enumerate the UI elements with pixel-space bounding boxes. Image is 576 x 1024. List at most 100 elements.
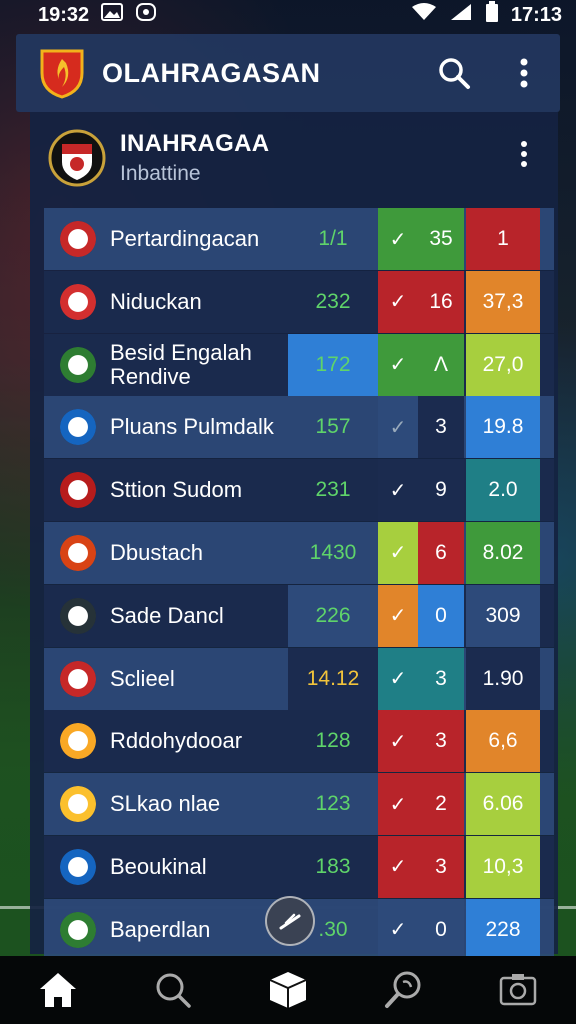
wifi-icon bbox=[411, 3, 437, 27]
team-stat: 157 bbox=[315, 415, 351, 439]
app-logo-icon bbox=[38, 47, 86, 99]
team-score: 1.90 bbox=[466, 647, 540, 710]
table-row[interactable]: Niduckan 232 ✓ 16 37,3 bbox=[44, 270, 554, 333]
team-score: 6.06 bbox=[466, 773, 540, 836]
team-score: 1 bbox=[466, 208, 540, 270]
bottom-nav bbox=[0, 956, 576, 1024]
team-count: 3 bbox=[418, 647, 464, 710]
team-score: 2.0 bbox=[466, 459, 540, 522]
team-crest-icon bbox=[60, 346, 96, 383]
team-stat: 1/1 bbox=[318, 227, 348, 250]
team-stat: 14.12 bbox=[288, 647, 378, 710]
team-crest-icon bbox=[60, 221, 96, 257]
team-name: Sttion Sudom bbox=[110, 477, 243, 503]
racket-icon bbox=[385, 971, 421, 1008]
team-name: Rddohydooar bbox=[110, 728, 243, 754]
box-icon bbox=[269, 972, 307, 1008]
nav-sports[interactable] bbox=[373, 960, 433, 1020]
team-name: Niduckan bbox=[110, 288, 202, 314]
table-row[interactable]: Sade Dancl 226 ✓ 0 309 bbox=[44, 584, 554, 647]
camera-icon bbox=[500, 974, 537, 1006]
notification-icon bbox=[135, 2, 157, 28]
team-name: Beoukinal bbox=[110, 853, 207, 879]
team-crest-icon bbox=[60, 786, 96, 823]
team-count: 9 bbox=[418, 459, 464, 522]
team-count: 6 bbox=[418, 521, 464, 584]
signal-icon bbox=[449, 3, 473, 27]
team-name: Dbustach bbox=[110, 539, 203, 565]
search-icon bbox=[439, 58, 470, 89]
gallery-icon bbox=[101, 3, 124, 27]
team-score: 19.8 bbox=[466, 396, 540, 459]
league-subtitle: Inbattine bbox=[120, 162, 201, 185]
team-stat: 172 bbox=[288, 333, 378, 396]
table-row[interactable]: Dbustach 1430 ✓ 6 8.02 bbox=[44, 521, 554, 584]
team-count: 16 bbox=[418, 270, 464, 333]
check-icon: ✓ bbox=[378, 710, 418, 773]
table-row[interactable]: Beoukinal 183 ✓ 3 10,3 bbox=[44, 835, 554, 898]
team-score: 37,3 bbox=[466, 270, 540, 333]
team-score: 309 bbox=[466, 584, 540, 647]
search-icon bbox=[156, 973, 191, 1008]
league-more-button[interactable] bbox=[520, 140, 528, 173]
check-icon: ✓ bbox=[378, 208, 418, 270]
team-crest-icon bbox=[60, 597, 96, 634]
team-name: Pluans Pulmdalk bbox=[110, 414, 274, 440]
nav-camera[interactable] bbox=[488, 960, 548, 1020]
table-row[interactable]: Besid Engalah Rendive 172 ✓ Λ 27,0 bbox=[44, 333, 554, 396]
table-row[interactable]: Sclieel 14.12 ✓ 3 1.90 bbox=[44, 647, 554, 710]
team-stat: 226 bbox=[288, 584, 378, 647]
table-row[interactable]: SLkao nlae 123 ✓ 2 6.06 bbox=[44, 773, 554, 836]
team-name: Besid Engalah Rendive bbox=[110, 339, 252, 389]
status-time-right: 17:13 bbox=[510, 3, 562, 26]
team-name: SLkao nlae bbox=[110, 791, 221, 817]
team-crest-icon bbox=[60, 911, 96, 948]
more-options-button[interactable] bbox=[506, 55, 542, 91]
team-stat: 183 bbox=[315, 854, 351, 878]
check-icon: ✓ bbox=[378, 773, 418, 836]
check-icon: ✓ bbox=[378, 898, 418, 961]
team-count: Λ bbox=[418, 333, 464, 396]
more-vert-icon bbox=[520, 58, 528, 88]
standings-panel: INAHRAGAA Inbattine Pertardingacan 1/1 ✓ 35… bbox=[30, 112, 558, 961]
team-crest-icon bbox=[60, 283, 96, 320]
check-icon: ✓ bbox=[378, 647, 418, 710]
team-count: 35 bbox=[418, 208, 464, 270]
search-button[interactable] bbox=[436, 55, 472, 91]
floating-action-button[interactable] bbox=[265, 896, 315, 946]
team-score: 10,3 bbox=[466, 835, 540, 898]
check-icon: ✓ bbox=[378, 521, 418, 584]
team-crest-icon bbox=[60, 534, 96, 571]
app-bar: OLAHRAGASAN bbox=[16, 34, 560, 112]
team-count: 3 bbox=[418, 396, 464, 459]
check-icon: ✓ bbox=[378, 584, 418, 647]
home-icon bbox=[39, 973, 76, 1007]
league-header: INAHRAGAA Inbattine bbox=[30, 112, 558, 204]
check-icon: ✓ bbox=[378, 459, 418, 522]
table-row[interactable]: Rddohydooar 128 ✓ 3 6,6 bbox=[44, 710, 554, 773]
table-row[interactable]: Pluans Pulmdalk 157 ✓ 3 19.8 bbox=[44, 396, 554, 459]
team-stat: 232 bbox=[315, 289, 351, 313]
table-row[interactable]: Sttion Sudom 231 ✓ 9 2.0 bbox=[44, 459, 554, 522]
team-score: 6,6 bbox=[466, 710, 540, 773]
team-name: Sade Dancl bbox=[110, 602, 224, 628]
team-crest-icon bbox=[60, 472, 96, 509]
table-row[interactable]: Pertardingacan 1/1 ✓ 35 1 bbox=[44, 208, 554, 270]
nav-box[interactable] bbox=[258, 960, 318, 1020]
team-count: 3 bbox=[418, 710, 464, 773]
check-icon: ✓ bbox=[378, 270, 418, 333]
check-icon: ✓ bbox=[378, 835, 418, 898]
nav-search[interactable] bbox=[143, 960, 203, 1020]
nav-home[interactable] bbox=[28, 960, 88, 1020]
league-badge-icon bbox=[48, 128, 106, 188]
check-icon: ✓ bbox=[378, 333, 418, 396]
team-name: Sclieel bbox=[110, 665, 175, 691]
league-title: INAHRAGAA bbox=[120, 130, 270, 157]
more-vert-icon bbox=[521, 141, 527, 167]
wand-icon bbox=[279, 913, 301, 930]
status-bar: 19:32 17:13 bbox=[0, 0, 576, 30]
team-score: 27,0 bbox=[466, 333, 540, 396]
status-time: 19:32 bbox=[38, 3, 90, 26]
team-crest-icon bbox=[60, 660, 96, 697]
team-name: Pertardingacan bbox=[110, 226, 260, 251]
